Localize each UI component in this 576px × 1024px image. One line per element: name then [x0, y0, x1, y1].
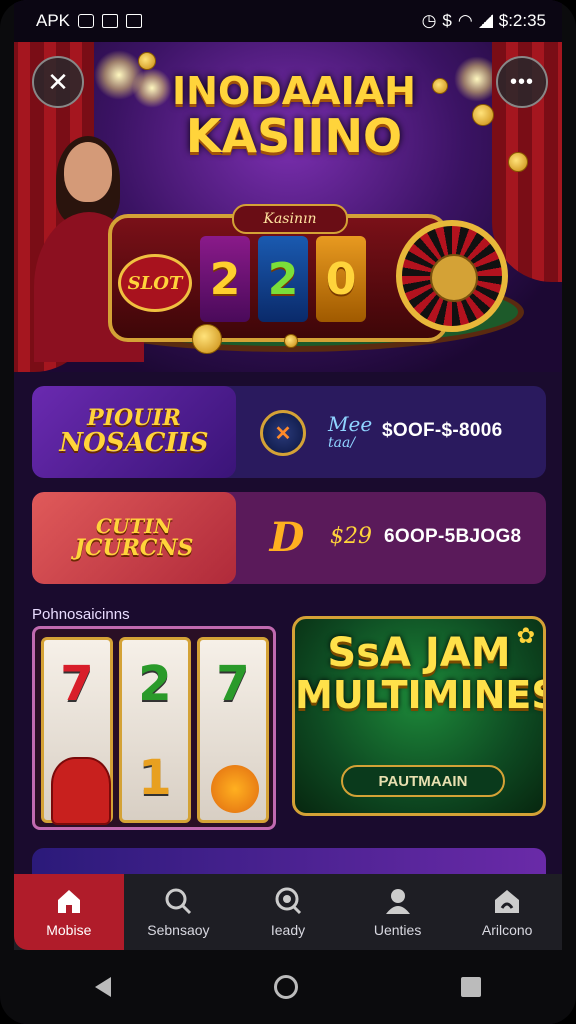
promo-banner-line1: CUTIN: [96, 513, 172, 538]
slot-symbol: 1: [138, 750, 172, 806]
feature-title-line1: SsA JAM: [327, 630, 511, 676]
more-icon: •••: [509, 70, 534, 93]
nav-item-home[interactable]: Mobise: [14, 874, 124, 950]
feature-title-line2: MULTIMINES: [295, 673, 546, 717]
nav-item-casino[interactable]: Arilcono: [452, 874, 562, 950]
feature-title: SsA JAM MULTIMINES: [295, 631, 543, 717]
slot-symbol: 7: [60, 656, 94, 712]
roulette-wheel: [396, 220, 508, 332]
promo-mini-line2: taa/: [328, 435, 356, 451]
coin-icon: [472, 104, 494, 126]
hero-reel: 2: [258, 236, 308, 322]
more-button[interactable]: •••: [496, 56, 548, 108]
nav-label: Uenties: [373, 922, 422, 938]
section-label: Pohnosaicinns: [32, 606, 130, 623]
hero-title: INODAAIAH KASIINO: [164, 69, 424, 163]
nav-label: Ieady: [270, 922, 306, 938]
promo-row[interactable]: PIOUIR NOSACIIS ✕ Mee taa/ $OOF-$-8006: [32, 386, 546, 478]
home-circle-icon[interactable]: [273, 975, 298, 999]
casino-icon: [495, 890, 520, 913]
promo-price: 6OOP-5BJOG8: [384, 526, 522, 547]
nav-label: Sebnsaoy: [147, 922, 210, 938]
character-illustration: [51, 757, 111, 825]
notification-icon: [78, 14, 95, 28]
feature-game-tile[interactable]: ✿ SsA JAM MULTIMINES PAUTMAAIN: [292, 616, 546, 816]
home-icon: [57, 890, 80, 913]
nav-item-user[interactable]: Uenties: [343, 874, 453, 950]
coin-icon: [508, 152, 528, 172]
status-bar: APK ◷ $ ◠ $:2:35: [14, 0, 562, 42]
magnifier-icon: [275, 887, 302, 915]
alarm-icon: ◷: [421, 11, 437, 30]
promo-badge-icon: ✕: [260, 410, 306, 456]
hero-reel: 2: [200, 236, 250, 322]
app-screen: APK ◷ $ ◠ $:2:35 INODAAIAH KASIINO Kasin…: [14, 0, 562, 1024]
promo-banner-line2: JCURCNS: [74, 534, 194, 561]
status-time: $:2:35: [498, 11, 546, 30]
slot-reel: 2 1: [119, 637, 191, 823]
feature-play-button[interactable]: PAUTMAAIN: [341, 765, 505, 797]
nav-item-ready[interactable]: Ieady: [233, 874, 343, 950]
user-icon: [385, 889, 410, 914]
promo-banner: CUTIN JCURCNS: [32, 492, 236, 584]
status-app-label: APK: [36, 11, 71, 30]
coin-icon: [432, 78, 448, 94]
nav-label: Arilcono: [481, 922, 533, 938]
hero-title-line1: INODAAIAH: [172, 69, 416, 113]
coin-icon: [192, 324, 222, 354]
hero-banner[interactable]: INODAAIAH KASIINO Kasinın SLOT 2 2 0: [14, 42, 562, 372]
message-icon: [126, 14, 143, 28]
flower-icon: [211, 765, 259, 813]
d-logo-icon: D: [269, 513, 305, 561]
nav-label: Mobise: [46, 922, 92, 938]
dollar-icon: $: [442, 11, 452, 30]
promo-banner-line2: NOSACIIS: [59, 427, 209, 458]
bottom-nav: Mobise Sebnsaoy Ieady Uenties Arilcono: [14, 874, 562, 950]
coin-icon: [284, 334, 298, 348]
coin-icon: [138, 52, 156, 70]
promo-row[interactable]: CUTIN JCURCNS D $29 6OOP-5BJOG8: [32, 492, 546, 584]
slot-game-tile[interactable]: 7 2 1 7: [32, 626, 276, 830]
wifi-icon: ◠: [457, 11, 473, 30]
back-icon[interactable]: [95, 977, 112, 997]
system-nav-bar: [14, 950, 562, 1024]
close-icon: ✕: [47, 66, 69, 97]
recents-icon[interactable]: [460, 977, 481, 997]
close-button[interactable]: ✕: [32, 56, 84, 108]
slot-symbol: 2: [138, 656, 172, 712]
promo-price: $OOF-$-8006: [382, 420, 503, 441]
hero-title-line2: KASIINO: [185, 108, 403, 163]
slot-machine-label: Kasinın: [232, 204, 348, 234]
slot-logo: SLOT: [118, 254, 192, 312]
nav-item-search[interactable]: Sebnsaoy: [124, 874, 234, 950]
promo-banner-line1: PIOUIR: [87, 404, 181, 431]
hero-reel: 0: [316, 236, 366, 322]
slot-symbol: 7: [216, 656, 250, 712]
promo-mini-line1: Mee: [328, 412, 373, 436]
promo-mini-line1: $29: [330, 524, 372, 549]
signal-icon: [478, 14, 493, 28]
search-icon: [165, 888, 192, 915]
promo-banner: PIOUIR NOSACIIS: [32, 386, 236, 478]
image-icon: [102, 14, 119, 28]
phone-frame: APK ◷ $ ◠ $:2:35 INODAAIAH KASIINO Kasin…: [0, 0, 576, 1024]
